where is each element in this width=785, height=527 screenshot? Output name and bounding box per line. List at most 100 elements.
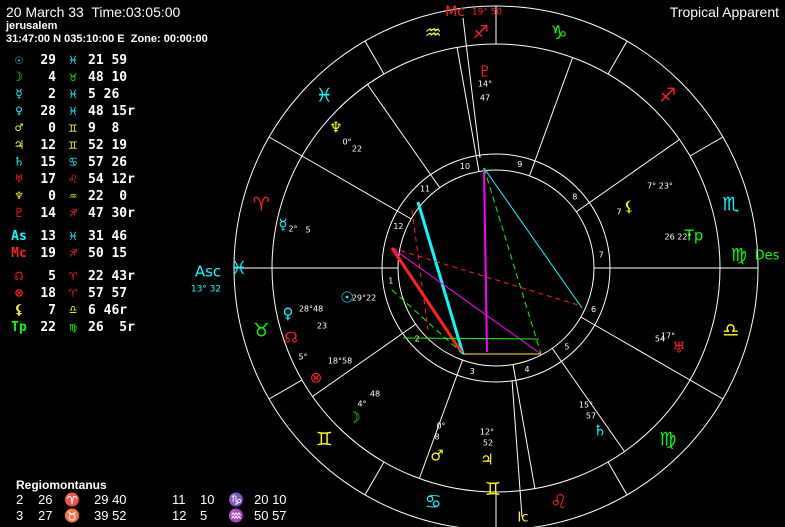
planet-glyph-icon: ♂ [430, 447, 443, 465]
inner-ring [381, 153, 611, 383]
planet-glyph-icon: ♆ [329, 119, 342, 137]
house-cusp-tick [551, 347, 562, 362]
zodiac-sign-icon: ♋ [425, 491, 442, 513]
planet-wheel-degree: 28°48 [299, 305, 323, 314]
house-cusp-tick [575, 202, 590, 213]
planet-glyph-icon: ♀ [283, 305, 294, 323]
sign-boundary [364, 40, 385, 75]
asc-label: Asc [195, 263, 221, 281]
planet-wheel-minutes: 47 [480, 94, 490, 103]
des-label: Des [755, 249, 780, 264]
planet-glyph-icon: ♄ [593, 422, 606, 440]
house-number-label: 7 [599, 251, 604, 260]
zodiac-sign-icon: ♈ [253, 194, 270, 216]
planet-wheel-minutes: 48 [370, 390, 380, 399]
planet-wheel-minutes: 17° [661, 332, 675, 341]
sign-boundary [607, 461, 628, 496]
planet-glyph-icon: ♃ [480, 451, 493, 469]
sign-boundary [268, 136, 303, 157]
sign-boundary [607, 40, 628, 75]
planet-glyph-icon: ⚸ [624, 198, 635, 216]
zodiac-sign-icon: ♊ [316, 428, 333, 450]
planet-wheel-degree: 29°22 [352, 294, 376, 303]
planet-wheel-minutes: 0° [436, 422, 445, 431]
planet-wheel-minutes: 15° [579, 401, 593, 410]
planet-glyph-icon: ⊗ [310, 369, 323, 387]
zodiac-sign-icon: ♎ [722, 319, 739, 341]
zodiac-sign-icon: ♑ [550, 22, 567, 44]
house-cusp-line [367, 84, 432, 175]
mc-sign-icon: ♐ [473, 22, 489, 43]
asc-sign-icon: ♓ [231, 258, 247, 279]
zodiac-sign-icon: ♌ [550, 491, 567, 513]
house-cusp-line [301, 155, 398, 212]
planet-wheel-degree: 2° [288, 225, 297, 234]
house-number-label: 10 [460, 162, 470, 171]
zodiac-sign-icon: ♉ [253, 319, 270, 341]
zodiac-sign-icon: ♒ [425, 22, 442, 44]
sign-boundary [689, 136, 724, 157]
house-number-label: 6 [591, 305, 596, 314]
planet-glyph-icon: ♇ [478, 63, 491, 81]
house-number-label: 4 [524, 365, 529, 374]
house-cusp-tick [397, 210, 412, 220]
planet-wheel-degree: 5° [298, 353, 307, 362]
zodiac-sign-icon: ♏ [722, 194, 739, 216]
planet-wheel-degree: 57 [586, 412, 596, 421]
planet-wheel-minutes: 7° 23° [647, 182, 673, 191]
chart-wheel: ♒ ♑♐♏♎♍♌♋♊♉♈♓123 456789101112Asc ♓13° 32♍ De… [191, 4, 780, 527]
house-cusp-line [589, 139, 680, 204]
planet-glyph-icon: ☊ [284, 329, 297, 347]
sign-boundary [268, 379, 303, 400]
planet-wheel-degree: 52 [483, 439, 493, 448]
zodiac-sign-icon: ♐ [659, 85, 676, 107]
aspect-line [416, 201, 465, 355]
aspect-line [483, 167, 542, 355]
planet-wheel-minutes: 22 [352, 145, 362, 154]
planet-glyph-icon: ☽ [347, 409, 360, 427]
planet-glyph-icon: ♅ [672, 339, 685, 357]
house-cusp-line [534, 57, 574, 162]
planet-wheel-degree: 18°58 [328, 357, 352, 366]
ic-label: Ic [518, 511, 529, 526]
aspect-line [483, 167, 488, 353]
mc-degree: 19° 50 [472, 8, 503, 18]
house-number-label: 1 [388, 276, 393, 285]
house-cusp-tick [580, 316, 595, 326]
planet-wheel-degree: 14° [478, 80, 492, 89]
chart-window: { "header": { "date_time": "20 March 33 … [0, 0, 785, 527]
des-sign-icon: ♍ [731, 245, 747, 266]
planet-wheel-degree: 7 [616, 208, 621, 217]
house-number-label: 5 [564, 342, 569, 351]
planet-glyph-icon: ☿ [278, 216, 287, 234]
house-cusp-tick [475, 155, 480, 172]
house-number-label: 11 [420, 185, 430, 194]
house-cusp-tick [456, 359, 463, 376]
planet-wheel-minutes: 12° [480, 428, 494, 437]
planet-wheel-degree: 4° [357, 400, 366, 409]
planet-wheel-degree: 0° [342, 138, 351, 147]
house-cusp-tick [402, 323, 417, 334]
zodiac-sign-icon: ♍ [659, 428, 676, 450]
house-cusp-line [312, 332, 403, 397]
planet-wheel-minutes: 5 [305, 226, 310, 235]
house-number-label: 9 [517, 160, 522, 169]
asc-degree: 13° 32 [191, 285, 221, 295]
house-number-label: 3 [470, 367, 475, 376]
sign-boundary [364, 461, 385, 496]
house-cusp-tick [529, 160, 536, 177]
planet-wheel-minutes: 23 [317, 322, 327, 331]
aspect-line [483, 167, 583, 309]
house-cusp-tick [512, 364, 517, 381]
house-number-label: 12 [393, 222, 403, 231]
planet-wheel-degree: 8 [434, 433, 439, 442]
sign-boundary [689, 379, 724, 400]
house-number-label: 8 [572, 193, 577, 202]
planet-wheel-degree: 26 22° [665, 233, 692, 242]
zodiac-sign-icon: ♓ [316, 85, 333, 107]
ic-axis [511, 379, 523, 518]
outer-ring [233, 5, 759, 527]
house-number-label: 2 [415, 334, 420, 343]
mc-label: Mc [445, 4, 465, 20]
ic-sign-icon: ♊ [485, 479, 501, 500]
